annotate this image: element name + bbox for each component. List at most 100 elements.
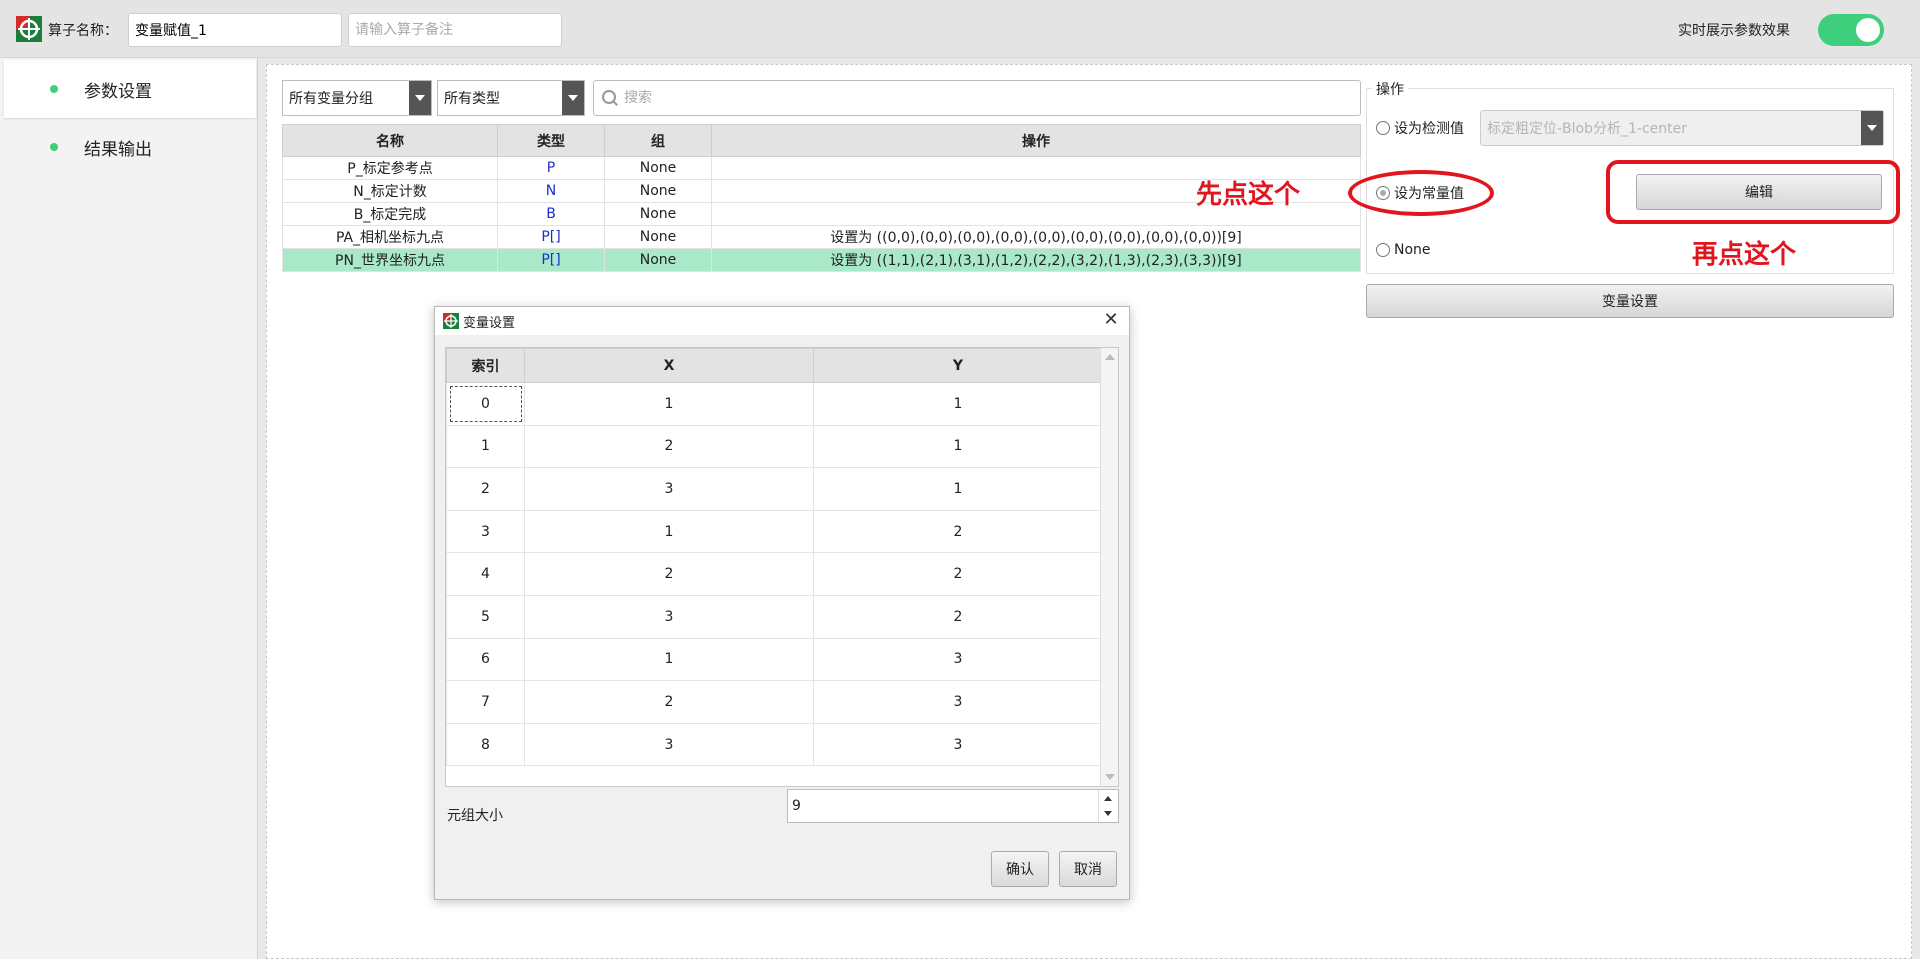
tuple-size-stepper[interactable]: 9 — [787, 789, 1119, 823]
grid-row[interactable]: 3 1 2 — [446, 509, 1103, 554]
grid-row[interactable]: 6 1 3 — [446, 637, 1103, 682]
sidebar-item-label: 参数设置 — [84, 81, 152, 102]
sidebar-item-result-output[interactable]: 结果输出 — [4, 118, 256, 176]
chevron-down-icon[interactable] — [562, 81, 584, 115]
operator-name-label: 算子名称： — [48, 23, 118, 39]
top-bar: 算子名称： 实时展示参数效果 — [0, 0, 1920, 58]
grid-cell-index[interactable]: 0 — [446, 382, 525, 426]
set-none-radio[interactable]: None — [1376, 242, 1431, 258]
close-icon[interactable]: ✕ — [1101, 310, 1121, 330]
operator-name-input[interactable] — [128, 13, 342, 47]
grid-row[interactable]: 7 2 3 — [446, 680, 1103, 724]
column-header-operation[interactable]: 操作 — [711, 124, 1361, 157]
sidebar-item-param-settings[interactable]: 参数设置 — [4, 60, 256, 118]
chevron-down-icon[interactable] — [1861, 111, 1883, 145]
grid-cell-x[interactable]: 1 — [524, 509, 814, 554]
type-filter-select[interactable]: 所有类型 — [437, 80, 585, 116]
app-logo-icon — [16, 16, 42, 42]
increment-icon[interactable] — [1104, 796, 1112, 801]
grid-cell-y[interactable]: 1 — [813, 467, 1103, 511]
column-header-type[interactable]: 类型 — [497, 124, 605, 157]
radio-label: 设为检测值 — [1394, 121, 1464, 137]
operator-remark-input[interactable] — [348, 13, 562, 47]
grid-cell-y[interactable]: 1 — [813, 424, 1103, 469]
grid-cell-y[interactable]: 1 — [813, 382, 1103, 426]
type-filter-value: 所有类型 — [444, 91, 500, 107]
table-row[interactable]: PA_相机坐标九点 P[] None 设置为 ((0,0),(0,0),(0,0… — [282, 225, 1361, 249]
column-header-x[interactable]: X — [524, 348, 814, 383]
grid-cell-index[interactable]: 5 — [446, 594, 525, 639]
variable-type: B — [497, 202, 605, 226]
grid-row[interactable]: 1 2 1 — [446, 424, 1103, 469]
variable-settings-button[interactable]: 变量设置 — [1366, 284, 1894, 318]
cancel-button[interactable]: 取消 — [1059, 851, 1117, 887]
realtime-preview-toggle[interactable] — [1818, 14, 1884, 46]
dialog-titlebar[interactable]: 变量设置 ✕ — [435, 307, 1129, 335]
grid-row[interactable]: 4 2 2 — [446, 552, 1103, 596]
search-icon — [602, 90, 618, 106]
variable-type: P[] — [497, 225, 605, 249]
variable-group: None — [604, 225, 712, 249]
variable-operation: 设置为 ((1,1),(2,1),(3,1),(1,2),(2,2),(3,2)… — [711, 248, 1361, 272]
tuple-size-label: 元组大小 — [447, 808, 503, 824]
grid-cell-index[interactable]: 6 — [446, 637, 525, 682]
grid-cell-y[interactable]: 2 — [813, 509, 1103, 554]
variable-group: None — [604, 202, 712, 226]
grid-cell-index[interactable]: 1 — [446, 424, 525, 469]
point-grid-container: 索引 X Y 0 1 1 1 2 1 2 3 1 3 1 2 4 2 2 5 3… — [445, 347, 1119, 787]
radio-circle-icon — [1376, 243, 1390, 257]
grid-cell-x[interactable]: 2 — [524, 680, 814, 724]
grid-cell-y[interactable]: 3 — [813, 637, 1103, 682]
scroll-down-icon[interactable] — [1105, 774, 1115, 780]
grid-cell-y[interactable]: 2 — [813, 594, 1103, 639]
search-box[interactable] — [593, 80, 1361, 116]
grid-cell-x[interactable]: 2 — [524, 424, 814, 469]
grid-header-row: 索引 X Y — [446, 348, 1103, 383]
sidebar-item-label: 结果输出 — [84, 139, 152, 160]
grid-scrollbar[interactable] — [1100, 348, 1118, 786]
variable-group: None — [604, 179, 712, 203]
column-header-y[interactable]: Y — [813, 348, 1103, 383]
grid-cell-y[interactable]: 3 — [813, 722, 1103, 767]
annotation-text-step1: 先点这个 — [1196, 180, 1301, 210]
column-header-group[interactable]: 组 — [604, 124, 712, 157]
grid-row[interactable]: 0 1 1 — [446, 382, 1103, 426]
variable-type: P[] — [497, 248, 605, 272]
grid-row[interactable]: 2 3 1 — [446, 467, 1103, 511]
column-header-index[interactable]: 索引 — [446, 348, 525, 383]
tuple-size-value[interactable]: 9 — [792, 798, 801, 814]
grid-cell-y[interactable]: 3 — [813, 680, 1103, 724]
variable-operation: 设置为 ((0,0),(0,0),(0,0),(0,0),(0,0),(0,0)… — [711, 225, 1361, 249]
grid-cell-x[interactable]: 1 — [524, 382, 814, 426]
sidebar: 参数设置 结果输出 — [0, 58, 258, 959]
set-detect-value-radio[interactable]: 设为检测值 — [1376, 118, 1464, 138]
confirm-button[interactable]: 确认 — [991, 851, 1049, 887]
search-input[interactable] — [624, 90, 1360, 106]
column-header-name[interactable]: 名称 — [282, 124, 498, 157]
chevron-down-icon[interactable] — [409, 81, 431, 115]
bullet-dot-icon — [50, 143, 58, 151]
annotation-box-step2 — [1606, 160, 1900, 224]
grid-cell-y[interactable]: 2 — [813, 552, 1103, 596]
grid-cell-index[interactable]: 3 — [446, 509, 525, 554]
table-row-selected[interactable]: PN_世界坐标九点 P[] None 设置为 ((1,1),(2,1),(3,1… — [282, 248, 1361, 272]
grid-cell-index[interactable]: 7 — [446, 680, 525, 724]
grid-cell-x[interactable]: 3 — [524, 594, 814, 639]
variable-name: PN_世界坐标九点 — [282, 248, 498, 272]
grid-cell-x[interactable]: 2 — [524, 552, 814, 596]
grid-cell-x[interactable]: 3 — [524, 467, 814, 511]
group-filter-value: 所有变量分组 — [289, 91, 373, 107]
grid-cell-index[interactable]: 8 — [446, 722, 525, 767]
dialog-title: 变量设置 — [463, 315, 516, 331]
group-filter-select[interactable]: 所有变量分组 — [282, 80, 432, 116]
scroll-up-icon[interactable] — [1105, 354, 1115, 360]
grid-cell-x[interactable]: 3 — [524, 722, 814, 767]
grid-row[interactable]: 5 3 2 — [446, 594, 1103, 639]
decrement-icon[interactable] — [1104, 811, 1112, 816]
grid-cell-index[interactable]: 4 — [446, 552, 525, 596]
grid-row[interactable]: 8 3 3 — [446, 722, 1103, 767]
grid-cell-index[interactable]: 2 — [446, 467, 525, 511]
detect-value-select[interactable]: 标定粗定位-Blob分析_1-center — [1480, 110, 1884, 146]
variable-type: P — [497, 156, 605, 180]
grid-cell-x[interactable]: 1 — [524, 637, 814, 682]
